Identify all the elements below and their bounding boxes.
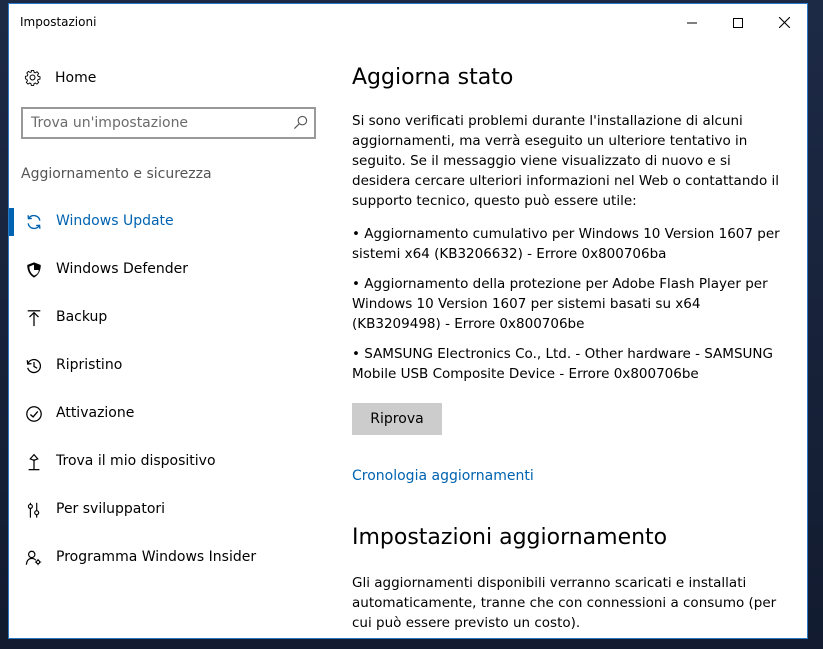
sidebar-item-label: Ripristino [56, 357, 123, 373]
upload-arrow-icon [25, 309, 43, 327]
find-device-icon [25, 453, 43, 471]
refresh-icon [25, 213, 43, 231]
sidebar-item-label: Trova il mio dispositivo [56, 453, 216, 469]
sidebar-item-label: Per sviluppatori [56, 501, 166, 517]
search-box[interactable] [21, 107, 316, 139]
sidebar-item-sviluppatori[interactable]: Per sviluppatori [9, 486, 339, 534]
shield-icon [25, 261, 43, 279]
retry-button[interactable]: Riprova [352, 403, 442, 435]
section-label: Aggiornamento e sicurezza [21, 166, 212, 182]
active-indicator [9, 208, 14, 236]
sidebar: Home Aggiornamento e sicurezza [9, 41, 339, 638]
sidebar-item-windows-defender[interactable]: Windows Defender [9, 246, 339, 294]
developer-tools-icon [25, 501, 43, 519]
close-button[interactable] [761, 4, 807, 41]
check-circle-icon [25, 405, 43, 423]
sidebar-item-label: Windows Update [56, 213, 174, 229]
sidebar-item-insider[interactable]: Programma Windows Insider [9, 534, 339, 582]
sidebar-nav: Windows Update Windows Defender Backup R… [9, 198, 339, 582]
sidebar-item-home[interactable]: Home [9, 63, 339, 93]
desktop-background: Impostazioni Home Trova un'impostazione … [0, 0, 823, 649]
settings-description: Gli aggiornamenti disponibili verranno s… [352, 575, 777, 631]
search-icon[interactable] [293, 115, 308, 134]
gear-icon [24, 69, 41, 90]
sidebar-item-windows-update[interactable]: Windows Update [9, 198, 339, 246]
maximize-button[interactable] [715, 4, 761, 41]
page-title: Aggiorna stato [352, 65, 514, 90]
settings-heading: Impostazioni aggiornamento [352, 525, 668, 550]
close-icon [778, 17, 790, 28]
error-item: • Aggiornamento cumulativo per Windows 1… [352, 226, 780, 262]
sidebar-item-label: Attivazione [56, 405, 135, 421]
sidebar-item-label: Home [55, 70, 97, 86]
settings-window: Impostazioni Home Trova un'impostazione … [8, 3, 808, 639]
window-title: Impostazioni [20, 15, 97, 29]
history-icon [25, 357, 43, 375]
title-bar[interactable]: Impostazioni [9, 4, 807, 41]
sidebar-item-label: Windows Defender [56, 261, 189, 277]
sidebar-item-backup[interactable]: Backup [9, 294, 339, 342]
insider-person-icon [25, 549, 43, 567]
sidebar-item-trova-dispositivo[interactable]: Trova il mio dispositivo [9, 438, 339, 486]
main-content: Aggiorna stato Si sono verificati proble… [352, 41, 792, 638]
maximize-icon [733, 17, 743, 28]
minimize-button[interactable] [669, 4, 715, 41]
sidebar-item-label: Backup [56, 309, 108, 325]
search-input[interactable] [31, 114, 281, 132]
minimize-icon [687, 22, 697, 23]
sidebar-item-ripristino[interactable]: Ripristino [9, 342, 339, 390]
sidebar-item-label: Programma Windows Insider [56, 549, 257, 565]
status-description: Si sono verificati problemi durante l'in… [352, 113, 780, 209]
sidebar-item-attivazione[interactable]: Attivazione [9, 390, 339, 438]
error-item: • SAMSUNG Electronics Co., Ltd. - Other … [352, 346, 773, 382]
update-history-link[interactable]: Cronologia aggiornamenti [352, 468, 534, 484]
error-item: • Aggiornamento della protezione per Ado… [352, 276, 768, 332]
